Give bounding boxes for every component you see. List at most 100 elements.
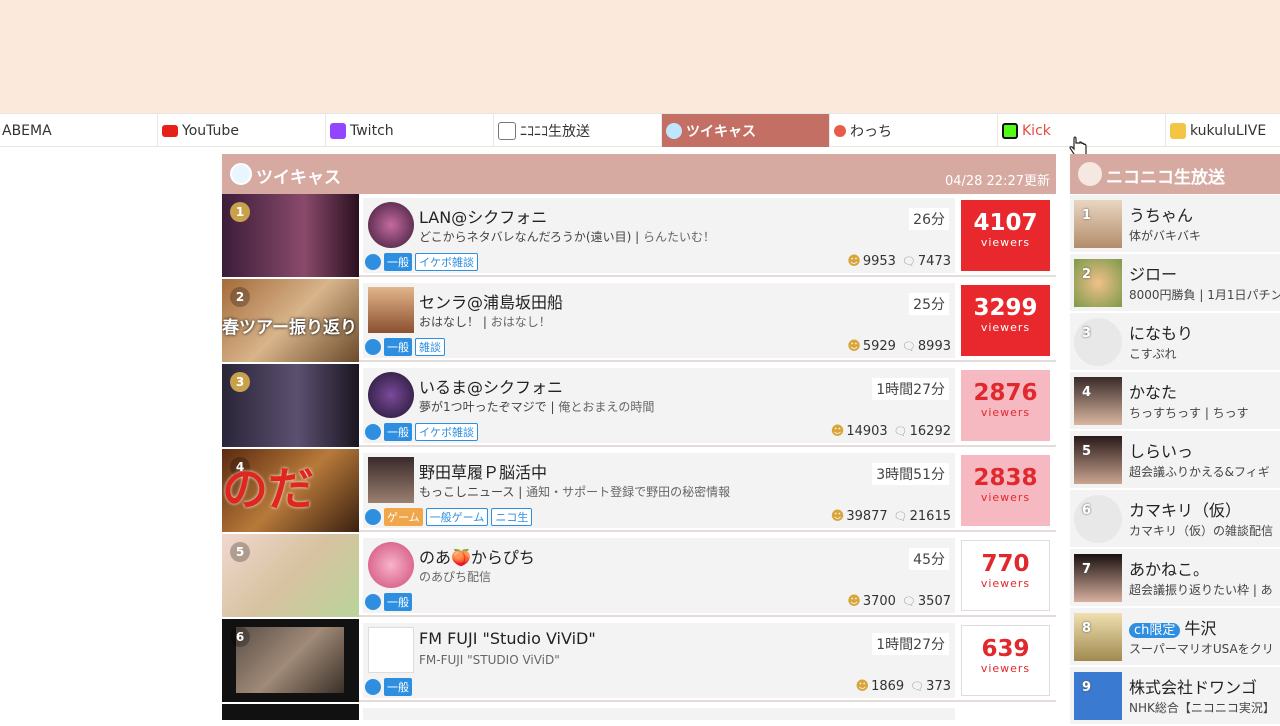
avatar[interactable] [368,457,414,503]
stream-row[interactable] [222,704,1056,720]
avatar[interactable]: 4 [1074,377,1122,425]
live-icon [365,509,381,525]
viewer-count: 3299 [973,295,1038,321]
stream-subtitle: のあぴち配信 [419,570,492,584]
stream-title-text: おはなし！ [419,315,480,329]
streamer-name[interactable]: 株式会社ドワンゴ [1129,674,1257,698]
streamer-name[interactable]: 野田草履Ｐ脳活中 [419,459,547,483]
comment-count: 373 [910,679,951,694]
stream-info: センラ@浦島坂田船 おはなし！ | おはなし！ 25分 一般 雑談 5929 89… [363,283,955,358]
category-tag[interactable]: イケボ雑談 [415,253,478,271]
category-tag[interactable]: イケボ雑談 [415,423,478,441]
top-banner-area [0,0,1280,113]
tab-label: YouTube [182,122,239,139]
streamer-name[interactable]: ジロー [1129,261,1177,285]
tab-niconico[interactable]: ﾆｺﾆｺ生放送 [494,114,662,147]
side-stream-row[interactable]: 4 かなた ちっすちっす | ちっす [1070,372,1280,431]
stream-row[interactable]: 1 LAN@シクフォニ どこからネタバレなんだろうか(遠い目) | らんたいむ！… [222,194,1056,277]
kukulu-icon [1170,122,1186,139]
streamer-name[interactable]: LAN@シクフォニ [419,204,547,228]
streamer-name[interactable]: のあ🍑からぴち [419,544,535,568]
side-stream-row[interactable]: 6 カマキリ（仮） カマキリ（仮）の雑談配信 [1070,490,1280,549]
side-stream-row[interactable]: 9 株式会社ドワンゴ NHK総合【ニコニコ実況】 [1070,667,1280,726]
updated-timestamp: 04/28 22:27更新 [944,174,1050,189]
streamer-name[interactable]: ch限定 牛沢 [1129,615,1216,639]
stream-row[interactable]: 4 のだ 野田草履Ｐ脳活中 もっこしニュース | 通知・サポート登録で野田の秘密… [222,449,1056,532]
thumbnail-caption: 春ツアー振り返り [222,318,357,338]
stream-title: スーパーマリオUSAをクリ [1129,642,1274,656]
stream-thumbnail[interactable]: 3 [222,364,359,447]
side-stream-row[interactable]: 3 になもり こすぷれ [1070,313,1280,372]
avatar[interactable] [368,542,414,588]
stream-row[interactable]: 6 FM FUJI "Studio ViViD" FM-FUJI "STUDIO… [222,619,1056,702]
genre-badge: 一般 [384,678,412,696]
side-stream-row[interactable]: 7 あかねこ。 超会議振り返りたい枠 | あ [1070,549,1280,608]
avatar[interactable]: 3 [1074,318,1122,366]
tab-twitcasting[interactable]: ツイキャス [662,114,830,147]
streamer-name[interactable]: カマキリ（仮） [1129,497,1241,521]
streamer-name[interactable]: センラ@浦島坂田船 [419,289,563,313]
side-stream-row[interactable]: 8 ch限定 牛沢 スーパーマリオUSAをクリ [1070,608,1280,667]
stream-thumbnail[interactable]: 5 [222,534,359,617]
avatar[interactable]: 6 [1074,495,1122,543]
tab-kukululive[interactable]: kukuluLIVE [1166,114,1280,147]
tab-wacchi[interactable]: わっち [830,114,998,147]
rank-badge: 1 [230,202,250,222]
tab-youtube[interactable]: YouTube [158,114,326,147]
side-stream-row[interactable]: 1 うちゃん 体がバキバキ [1070,195,1280,254]
avatar[interactable]: 2 [1074,259,1122,307]
tab-label: Kick [1022,122,1051,139]
stream-thumbnail[interactable]: 4 のだ [222,449,359,532]
stream-stats: 14903 16292 [831,424,951,439]
streamer-name[interactable]: かなた [1129,379,1177,403]
stream-row[interactable]: 3 いるま@シクフォニ 夢が1つ叶ったぞマジで | 俺とおまえの時間 1時間27… [222,364,1056,447]
category-tag[interactable]: ニコ生 [491,508,533,526]
stream-title: 体がバキバキ [1129,229,1202,243]
stream-row[interactable]: 2 春ツアー振り返り センラ@浦島坂田船 おはなし！ | おはなし！ 25分 一… [222,279,1056,362]
elapsed-time: 1時間27分 [872,633,949,655]
avatar[interactable]: 1 [1074,200,1122,248]
streamer-name[interactable]: あかねこ。 [1129,556,1209,580]
category-tag[interactable]: 一般ゲーム [425,508,489,526]
channel-only-badge: ch限定 [1129,623,1181,638]
stream-title: おはなし！ | おはなし！ [419,315,551,329]
badges: 一般 イケボ雑談 [365,423,478,441]
side-stream-row[interactable]: 5 しらいっ 超会議ふりかえる&フィギ [1070,431,1280,490]
stream-row[interactable]: 5 のあ🍑からぴち のあぴち配信 45分 一般 3700 3507 770view… [222,534,1056,617]
streamer-name[interactable]: になもり [1129,320,1193,344]
stream-stats: 1869 373 [856,679,951,694]
streamer-name[interactable]: うちゃん [1129,202,1193,226]
fm-fuji-logo-icon[interactable] [368,627,414,673]
total-users: 5929 [847,339,896,354]
streamer-name[interactable]: いるま@シクフォニ [419,374,563,398]
stream-subtitle: おはなし！ [490,315,551,329]
side-stream-row[interactable]: 2 ジロー 8000円勝負 | 1月1日パチン [1070,254,1280,313]
category-tag[interactable]: 雑談 [415,338,445,356]
avatar[interactable]: 9 [1074,672,1122,720]
tab-abema[interactable]: ABEMA [0,114,158,147]
viewers-label: viewers [980,321,1031,334]
avatar[interactable] [368,372,414,418]
stream-title: FM-FUJI "STUDIO ViViD" [419,653,560,667]
live-icon [365,254,381,270]
twitcasting-icon [666,122,682,139]
avatar[interactable]: 5 [1074,436,1122,484]
badges: ゲーム 一般ゲーム ニコ生 [365,508,533,526]
avatar[interactable] [368,202,414,248]
streamer-name[interactable]: しらいっ [1129,438,1193,462]
youtube-icon [162,124,178,137]
avatar[interactable]: 7 [1074,554,1122,602]
stream-info [363,708,955,720]
streamer-name[interactable]: FM FUJI "Studio ViViD" [419,629,596,648]
stream-thumbnail[interactable]: 6 [222,619,359,702]
rank-badge: 3 [230,372,250,392]
tab-twitch[interactable]: Twitch [326,114,494,147]
stream-thumbnail[interactable]: 2 春ツアー振り返り [222,279,359,362]
avatar[interactable]: 8 [1074,613,1122,661]
avatar[interactable] [368,287,414,333]
rank-number: 2 [1082,267,1092,282]
stream-thumbnail[interactable] [222,704,359,720]
platform-tabbar: ABEMA YouTube Twitch ﾆｺﾆｺ生放送 ツイキャス わっち K… [0,113,1280,147]
stream-thumbnail[interactable]: 1 [222,194,359,277]
viewer-count: 770 [981,551,1030,577]
